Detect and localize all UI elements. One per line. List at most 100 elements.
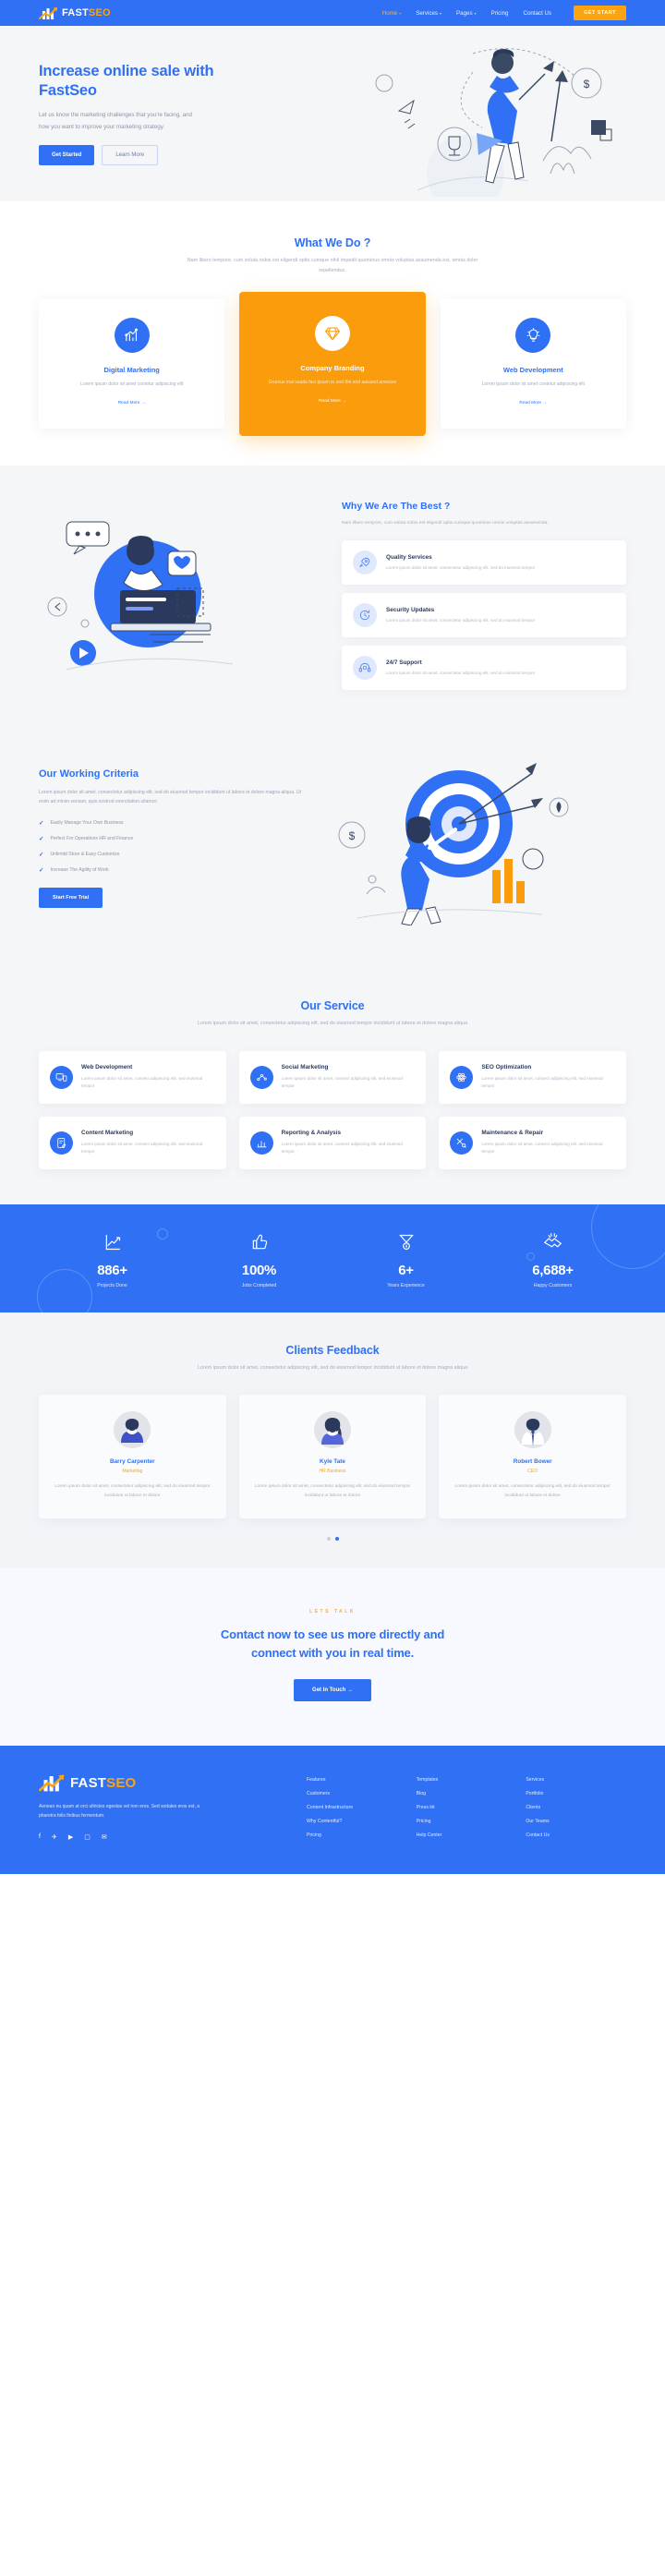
- nav-label: Services: [416, 9, 438, 17]
- service-card-social-marketing[interactable]: Social Marketing Lorem ipsum dolor sit a…: [238, 1050, 427, 1104]
- read-more-link[interactable]: Read More →: [319, 399, 346, 404]
- footer-link-blog[interactable]: Blog: [417, 1791, 517, 1796]
- testimonial-text: Lorem ipsum dolor sit amet, consectetur …: [254, 1484, 411, 1498]
- cta-title: Contact now to see us more directly and …: [39, 1626, 626, 1662]
- nav-item-pages[interactable]: Pages ▾: [456, 10, 477, 17]
- testimonial-card-kyle-tate[interactable]: Kyle Tate HR Business Lorem ipsum dolor …: [238, 1395, 427, 1519]
- footer-link-features[interactable]: Features: [307, 1777, 407, 1783]
- card-desc: Lorem ipsum dolor sit amet contetur adip…: [80, 381, 184, 388]
- card-title: Web Development: [502, 366, 563, 375]
- footer-link-portfolio[interactable]: Portfolio: [526, 1791, 626, 1796]
- footer-link-customers[interactable]: Customers: [307, 1791, 407, 1796]
- hero-buttons: Get Started Learn More: [39, 145, 237, 166]
- service-text: Social Marketing Lorem ipsum dolor sit a…: [282, 1064, 416, 1091]
- get-start-button[interactable]: GET START: [574, 6, 626, 20]
- page-title: Our Service: [300, 999, 365, 1013]
- service-desc: Lorem ipsum dolor sit amet, consect adip…: [81, 1075, 203, 1089]
- what-we-do-cards: Digital Marketing Lorem ipsum dolor sit …: [39, 292, 626, 436]
- twitter-icon[interactable]: ✈: [52, 1833, 57, 1841]
- rocket-icon: [353, 550, 377, 575]
- stat-value: 886+: [97, 1262, 127, 1278]
- headset-support-icon: [353, 656, 377, 681]
- card-digital-marketing[interactable]: Digital Marketing Lorem ipsum dolor sit …: [39, 299, 225, 429]
- brand-logo[interactable]: FASTSEO: [39, 6, 111, 20]
- service-card-seo-optimization[interactable]: SEO Optimization Lorem ipsum dolor sit a…: [439, 1050, 626, 1104]
- footer-link-press-kit[interactable]: Press kit: [417, 1805, 517, 1810]
- footer-link-why-contentful[interactable]: Why Contentful?: [307, 1819, 407, 1824]
- cta-section: LETS TALK Contact now to see us more dir…: [0, 1568, 665, 1747]
- cta-title-line-2: connect with you in real time.: [250, 1645, 415, 1660]
- devices-icon: [50, 1065, 73, 1089]
- service-desc: Lorem ipsum dolor sit amet, consect adip…: [281, 1075, 403, 1089]
- stat-years-experience: 6+ Years Experience: [332, 1228, 479, 1288]
- footer-link-content-infrastructure[interactable]: Content Infrastructure: [307, 1805, 407, 1810]
- footer-logo[interactable]: FASTSEO: [39, 1773, 307, 1793]
- service-card-reporting-analysis[interactable]: Reporting & Analysis Lorem ipsum dolor s…: [238, 1116, 427, 1169]
- get-in-touch-button[interactable]: Get In Touch →: [294, 1679, 371, 1702]
- carousel-dot-2[interactable]: [334, 1537, 339, 1542]
- card-web-development[interactable]: Web Development Lorem ipsum dolor sit am…: [440, 299, 626, 429]
- read-more-label: Read More: [319, 398, 341, 404]
- footer-link-pricing[interactable]: Pricing: [307, 1832, 407, 1838]
- card-company-branding[interactable]: Company Branding Grurcus mal suada faci …: [239, 292, 426, 436]
- feature-desc: Lorem ipsum dolor sit amet, consectetur …: [386, 670, 536, 675]
- nav-item-home[interactable]: Home ▾: [382, 10, 402, 17]
- instagram-icon[interactable]: ▢: [84, 1833, 91, 1841]
- section-header: Our Service Lorem ipsum dolor sit amet, …: [39, 999, 626, 1029]
- feature-text: 24/7 Support Lorem ipsum dolor sit amet,…: [386, 659, 535, 677]
- testimonial-card-barry-carpenter[interactable]: Barry Carpenter Marketing Lorem ipsum do…: [39, 1395, 226, 1519]
- section-subtitle: Lorem ipsum dolor sit amet, consectetur …: [197, 1364, 468, 1371]
- testimonial-role: CEO: [527, 1469, 538, 1475]
- our-service-section: Our Service Lorem ipsum dolor sit amet, …: [0, 968, 665, 1204]
- service-card-web-development[interactable]: Web Development Lorem ipsum dolor sit am…: [39, 1050, 226, 1104]
- footer-link-help-center[interactable]: Help Center: [417, 1832, 517, 1838]
- nav-item-services[interactable]: Services ▾: [416, 10, 441, 17]
- learn-more-button[interactable]: Learn More: [102, 145, 159, 166]
- arrow-right-icon: →: [346, 1687, 353, 1694]
- testimonial-card-robert-bower[interactable]: Robert Bower CEO Lorem ipsum dolor sit a…: [439, 1395, 627, 1519]
- stat-jobs-completed: 100% Jobs Completed: [186, 1228, 332, 1288]
- footer-link-contact-us[interactable]: Contact Us: [526, 1832, 626, 1838]
- bar-chart-icon: [114, 318, 150, 354]
- svg-text:$: $: [584, 78, 590, 91]
- nav-item-contact-us[interactable]: Contact Us: [524, 10, 552, 17]
- read-more-label: Read More: [519, 400, 542, 405]
- medal-icon: [332, 1228, 479, 1256]
- read-more-link[interactable]: Read More →: [519, 401, 547, 405]
- section-subtitle: Lorem ipsum dolor sit amet, consectetur …: [197, 1021, 468, 1027]
- card-desc: Lorem ipsum dolor sit amet contetur adip…: [481, 381, 585, 388]
- carousel-dot-1[interactable]: [326, 1537, 331, 1542]
- read-more-label: Read More: [117, 400, 140, 405]
- service-card-content-marketing[interactable]: Content Marketing Lorem ipsum dolor sit …: [39, 1116, 226, 1169]
- stat-label: Jobs Completed: [241, 1282, 277, 1288]
- footer-link-our-teams[interactable]: Our Teams: [526, 1819, 626, 1824]
- footer-social-links: f ✈ ▶ ▢ ✉: [39, 1833, 307, 1841]
- footer-link-pricing-2[interactable]: Pricing: [417, 1819, 517, 1824]
- footer-link-services[interactable]: Services: [526, 1777, 626, 1783]
- thumbs-up-icon: [186, 1228, 332, 1256]
- facebook-icon[interactable]: f: [39, 1833, 41, 1840]
- feature-support[interactable]: 24/7 Support Lorem ipsum dolor sit amet,…: [342, 646, 626, 691]
- get-started-button[interactable]: Get Started: [39, 145, 95, 166]
- check-icon: ✓: [39, 819, 44, 827]
- hero-section: Increase online sale with FastSeo Let us…: [0, 26, 665, 212]
- check-icon: ✓: [39, 851, 44, 858]
- footer-link-clients[interactable]: Clients: [526, 1805, 626, 1810]
- card-desc: Grurcus mal suada faci ipsum to and the …: [268, 380, 397, 386]
- service-desc: Lorem ipsum dolor sit amet, consect adip…: [281, 1141, 403, 1155]
- service-card-maintenance-repair[interactable]: Maintenance & Repair Lorem ipsum dolor s…: [439, 1116, 626, 1169]
- site-header: FASTSEO Home ▾ Services ▾ Pages ▾ Pricin…: [0, 0, 665, 26]
- youtube-icon[interactable]: ▶: [68, 1833, 73, 1841]
- site-footer: FASTSEO Aenean eu quam at orci ultricies…: [0, 1746, 665, 1875]
- email-icon[interactable]: ✉: [102, 1833, 107, 1841]
- feature-security-updates[interactable]: Security Updates Lorem ipsum dolor sit a…: [342, 593, 626, 638]
- nav-label: Contact Us: [523, 9, 552, 17]
- feature-text: Security Updates Lorem ipsum dolor sit a…: [386, 607, 535, 624]
- footer-link-templates[interactable]: Templates: [417, 1777, 517, 1783]
- carousel-dots: [39, 1537, 626, 1542]
- read-more-link[interactable]: Read More →: [118, 401, 146, 405]
- feature-quality-services[interactable]: Quality Services Lorem ipsum dolor sit a…: [342, 540, 626, 586]
- footer-column-2: Templates Blog Press kit Pricing Help Ce…: [417, 1777, 517, 1846]
- start-free-trial-button[interactable]: Start Free Trial: [39, 887, 103, 908]
- nav-item-pricing[interactable]: Pricing: [491, 10, 509, 17]
